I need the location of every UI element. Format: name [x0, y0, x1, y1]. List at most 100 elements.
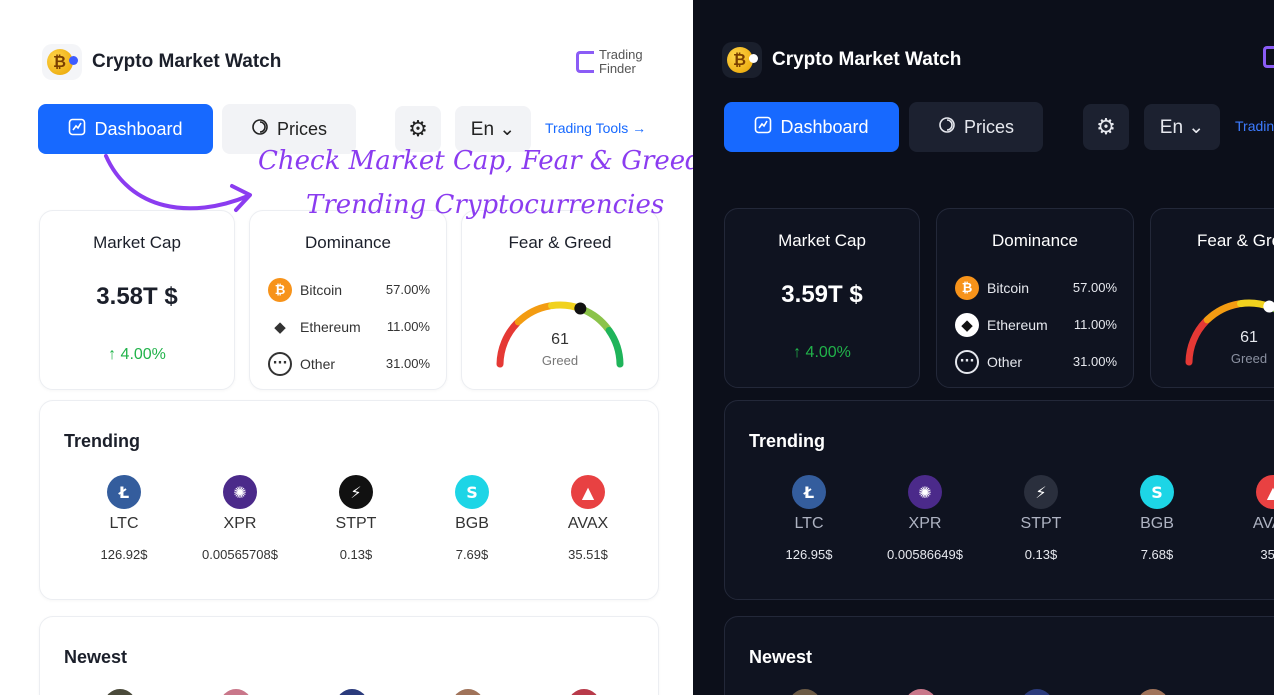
dominance-row-bitcoin: ₿ Bitcoin 57.00% [955, 269, 1117, 306]
bgb-icon: S [1140, 475, 1174, 509]
dominance-row-other: ··· Other 31.00% [268, 345, 430, 382]
settings-button[interactable]: ⚙ [1083, 104, 1129, 150]
coin-symbol: STPT [1020, 515, 1062, 532]
trading-tools-link[interactable]: Trading Tools → [545, 120, 646, 136]
fear-greed-title: Fear & Greed [508, 233, 612, 252]
ethereum-icon: ◆ [274, 317, 286, 336]
fear-greed-value: 61 [1240, 329, 1258, 346]
coin-icon[interactable] [336, 689, 368, 695]
coin-icon[interactable] [568, 689, 600, 695]
dominance-row-bitcoin: ₿ Bitcoin 57.00% [268, 271, 430, 308]
trending-coin-stpt[interactable]: ⚡ STPT 0.13$ [296, 475, 416, 562]
dashboard-tab[interactable]: Dashboard [38, 104, 213, 154]
dashboard-tab-label: Dashboard [94, 118, 183, 139]
bitcoin-icon: ₿ [955, 275, 979, 300]
avax-icon: ▲ [1256, 475, 1274, 509]
gauge-segment-1 [514, 302, 554, 326]
trending-coin-ltc[interactable]: Ł LTC 126.95$ [749, 475, 869, 562]
app-logo-icon: ₿ [42, 44, 82, 80]
prices-tab-label: Prices [276, 118, 327, 139]
dashboard-tab-label: Dashboard [780, 116, 869, 137]
app-brand[interactable]: ₿ Crypto Market Watch [42, 44, 281, 80]
newest-title: Newest [749, 647, 813, 667]
coin-symbol: AVAX [567, 515, 609, 532]
coin-symbol: STPT [335, 515, 377, 532]
newest-card: Newest [39, 616, 659, 695]
market-cap-value: 3.59T $ [781, 281, 863, 308]
trending-coin-xpr[interactable]: ✺ XPR 0.00565708$ [180, 475, 300, 562]
chart-icon [754, 116, 772, 139]
fear-greed-card: Fear & Greed 61 Greed [461, 210, 659, 390]
language-select[interactable]: En ⌄ [1144, 104, 1220, 150]
coin-icon[interactable] [452, 689, 484, 695]
trending-coin-xpr[interactable]: ✺ XPR 0.00586649$ [865, 475, 985, 562]
gear-icon: ⚙ [1096, 114, 1116, 139]
trending-coin-avax[interactable]: ▲ AVAX 35.51$ [528, 475, 648, 562]
coin-symbol: BGB [1140, 515, 1174, 532]
trending-coin-stpt[interactable]: ⚡ STPT 0.13$ [981, 475, 1101, 562]
coin-price: 126.92$ [100, 547, 148, 562]
coin-icon[interactable] [1137, 689, 1169, 695]
trending-coin-ltc[interactable]: Ł LTC 126.92$ [64, 475, 184, 562]
dark-theme-panel: ₿ Crypto Market Watch Dashboard Prices ⚙ [693, 0, 1274, 695]
newest-card: Newest [724, 616, 1274, 695]
fear-greed-label: Greed [1230, 351, 1268, 366]
market-cap-change: ↑ 4.00% [793, 344, 851, 361]
coin-icon[interactable] [1021, 689, 1053, 695]
app-brand[interactable]: ₿ Crypto Market Watch [722, 42, 961, 78]
xpr-icon: ✺ [223, 475, 257, 509]
language-label: En ⌄ [1159, 116, 1205, 138]
dominance-row-ethereum: ◆ Ethereum 11.00% [955, 306, 1117, 343]
trading-tools-link[interactable]: Tradin [1235, 118, 1274, 134]
coin-symbol: LTC [794, 515, 824, 532]
dominance-card: Dominance ₿ Bitcoin 57.00% ◆ Ethereum 11… [249, 210, 447, 390]
coin-symbol: XPR [908, 515, 942, 532]
more-icon: ··· [955, 349, 979, 374]
gear-icon: ⚙ [408, 116, 428, 141]
chart-icon [68, 118, 86, 141]
market-cap-card: Market Cap 3.59T $ ↑ 4.00% [724, 208, 920, 388]
settings-button[interactable]: ⚙ [395, 106, 441, 152]
fear-greed-value: 61 [551, 331, 569, 348]
fear-greed-title: Fear & Gre [1197, 231, 1274, 250]
trending-coin-bgb[interactable]: S BGB 7.69$ [412, 475, 532, 562]
trading-finder-logo[interactable] [1263, 46, 1274, 68]
prices-icon [938, 116, 956, 139]
coin-price: 7.69$ [455, 547, 489, 562]
coin-icon[interactable] [220, 689, 252, 695]
trending-card: Trending Ł LTC 126.95$ ✺ XPR 0.00586649$ ⚡ STPT… [724, 400, 1274, 600]
coin-price: 35.51$ [568, 547, 608, 562]
coin-icon[interactable] [905, 689, 937, 695]
market-cap-change: ↑ 4.00% [108, 346, 166, 363]
coin-icon[interactable] [789, 689, 821, 695]
trending-title: Trending [749, 431, 825, 451]
trending-coin-avax[interactable]: ▲ AVAX 35.5 [1213, 475, 1274, 562]
gauge-segment-3 [579, 306, 612, 333]
ethereum-icon: ◆ [955, 312, 979, 337]
language-select[interactable]: En ⌄ [455, 106, 531, 152]
dominance-card: Dominance ₿ Bitcoin 57.00% ◆ Ethereum 11… [936, 208, 1134, 388]
market-cap-value: 3.58T $ [96, 283, 178, 310]
trading-finder-logo[interactable]: Trading Finder [576, 48, 643, 76]
bitcoin-icon: ₿ [268, 277, 292, 302]
light-theme-panel: ₿ Crypto Market Watch Trading Finder Das… [0, 0, 693, 695]
coin-price: 0.13$ [339, 547, 373, 562]
trading-finder-icon [1263, 46, 1274, 68]
dominance-row-other: ··· Other 31.00% [955, 343, 1117, 380]
prices-tab[interactable]: Prices [909, 102, 1043, 152]
stpt-icon: ⚡ [1024, 475, 1058, 509]
gauge-segment-1 [1203, 300, 1243, 324]
stpt-icon: ⚡ [339, 475, 373, 509]
coin-price: 7.68$ [1140, 547, 1174, 562]
app-title: Crypto Market Watch [92, 51, 282, 72]
coin-price: 0.13$ [1024, 547, 1058, 562]
trending-coin-bgb[interactable]: S BGB 7.68$ [1097, 475, 1217, 562]
dashboard-tab[interactable]: Dashboard [724, 102, 899, 152]
ltc-icon: Ł [107, 475, 141, 509]
coin-symbol: BGB [455, 515, 489, 532]
coin-price: 126.95$ [785, 547, 833, 562]
coin-icon[interactable] [104, 689, 136, 695]
coin-price: 0.00565708$ [202, 547, 278, 562]
prices-tab[interactable]: Prices [222, 104, 356, 154]
app-title: Crypto Market Watch [772, 49, 962, 70]
